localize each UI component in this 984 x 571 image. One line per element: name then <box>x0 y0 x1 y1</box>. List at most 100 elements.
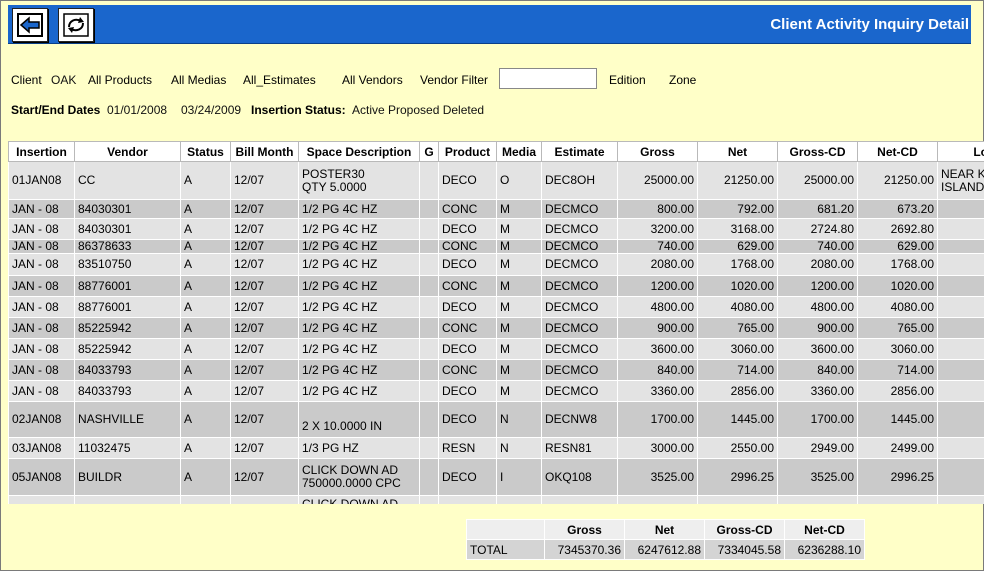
table-cell: 12/07 <box>230 338 299 360</box>
table-cell: DECMCO <box>541 380 618 402</box>
table-cell: DECMCO <box>541 359 618 381</box>
back-arrow-icon <box>17 13 43 37</box>
table-row[interactable]: JAN - 08 86378633 A 12/07 1/2 PG 4C HZ CONC M D… <box>8 239 984 254</box>
table-cell: A <box>180 401 231 438</box>
table-row[interactable]: 01JAN08 CC A 12/07 POSTER30 QTY 5.0000 DECO O D… <box>8 161 984 200</box>
vendors-filter[interactable]: All Vendors <box>342 73 403 87</box>
column-header[interactable]: Bill Month <box>230 141 299 162</box>
table-cell: M <box>496 296 542 318</box>
table-cell: 3000.00 <box>617 437 698 459</box>
table-cell: DECO <box>438 338 497 360</box>
column-header[interactable]: Vendor <box>74 141 181 162</box>
table-cell <box>937 218 984 240</box>
column-header[interactable]: Product <box>438 141 497 162</box>
table-cell: 1/2 PG 4C HZ <box>298 218 420 240</box>
table-cell: DECO <box>438 218 497 240</box>
table-cell: N <box>496 401 542 438</box>
table-cell: 12/07 <box>230 199 299 219</box>
table-cell: M <box>496 218 542 240</box>
table-cell: 3525.00 <box>617 458 698 496</box>
table-cell <box>419 275 439 297</box>
table-cell: 86378633 <box>74 239 181 254</box>
table-cell: 05JAN08 <box>8 458 75 496</box>
table-cell: 3360.00 <box>777 380 858 402</box>
table-cell: 25000.00 <box>617 161 698 200</box>
back-button[interactable] <box>12 8 48 42</box>
column-header[interactable]: Space Description <box>298 141 420 162</box>
table-cell <box>419 458 439 496</box>
table-cell <box>180 495 231 504</box>
table-cell: M <box>496 380 542 402</box>
products-filter[interactable]: All Products <box>88 73 152 87</box>
table-cell <box>419 437 439 459</box>
dates-label: Start/End Dates <box>11 103 101 117</box>
table-cell: O <box>496 161 542 200</box>
client-value: OAK <box>51 73 77 87</box>
table-cell: 3200.00 <box>617 218 698 240</box>
table-cell: CLICK DOWN AD 750000.0000 CPC <box>298 458 420 496</box>
table-cell: A <box>180 437 231 459</box>
table-cell: JAN - 08 <box>8 275 75 297</box>
table-cell: 740.00 <box>777 239 858 254</box>
table-row[interactable]: JAN - 08 83510750 A 12/07 1/2 PG 4C HZ DECO M D… <box>8 253 984 276</box>
edition-label[interactable]: Edition <box>609 73 646 87</box>
column-header[interactable]: G <box>419 141 439 162</box>
column-header[interactable]: Media <box>496 141 542 162</box>
table-row[interactable]: 02JAN08 NASHVILLE A 12/07 2 X 10.0000 IN DEC… <box>8 401 984 438</box>
totals-column-header: Gross <box>544 519 625 540</box>
table-cell: JAN - 08 <box>8 317 75 339</box>
table-cell: 1/2 PG 4C HZ <box>298 253 420 276</box>
refresh-button[interactable] <box>58 8 94 42</box>
table-row[interactable]: JAN - 08 84030301 A 12/07 1/2 PG 4C HZ DECO M D… <box>8 218 984 240</box>
table-cell: 3525.00 <box>777 458 858 496</box>
table-cell: 1700.00 <box>777 401 858 438</box>
insertion-grid[interactable]: Insertion Vendor Status Bill Month Space Des… <box>8 141 984 504</box>
column-header[interactable]: Gross <box>617 141 698 162</box>
table-cell: 12/07 <box>230 218 299 240</box>
column-header[interactable]: Net <box>697 141 778 162</box>
table-row[interactable]: 03JAN08 11032475 A 12/07 1/3 PG HZ RESN N RESN8… <box>8 437 984 459</box>
totals-value: 7334045.58 <box>704 539 785 560</box>
table-row[interactable]: JAN - 08 88776001 A 12/07 1/2 PG 4C HZ DECO M D… <box>8 296 984 318</box>
vendor-filter-label: Vendor Filter <box>420 73 489 87</box>
table-cell: 83510750 <box>74 253 181 276</box>
table-cell: JAN - 08 <box>8 253 75 276</box>
table-cell: 84033793 <box>74 380 181 402</box>
table-cell: 03JAN08 <box>8 437 75 459</box>
column-header[interactable]: Estimate <box>541 141 618 162</box>
vendor-filter-input[interactable] <box>499 68 597 89</box>
estimates-filter[interactable]: All_Estimates <box>243 73 316 87</box>
table-row[interactable]: 05JAN08 BUILDR A 12/07 CLICK DOWN AD 750000.… <box>8 458 984 496</box>
medias-filter[interactable]: All Medias <box>171 73 226 87</box>
table-cell: 2080.00 <box>777 253 858 276</box>
table-cell: DECO <box>438 161 497 200</box>
table-cell: 673.20 <box>857 199 938 219</box>
column-header[interactable]: Gross-CD <box>777 141 858 162</box>
table-row[interactable]: JAN - 08 88776001 A 12/07 1/2 PG 4C HZ CONC M D… <box>8 275 984 297</box>
table-cell <box>419 495 439 504</box>
table-cell: 4080.00 <box>697 296 778 318</box>
table-cell: 1/2 PG 4C HZ <box>298 199 420 219</box>
table-cell <box>937 199 984 219</box>
table-cell: OKQ108 <box>541 458 618 496</box>
column-header[interactable]: Status <box>180 141 231 162</box>
column-header[interactable]: Insertion <box>8 141 75 162</box>
table-cell: 1768.00 <box>697 253 778 276</box>
table-cell: DECMCO <box>541 317 618 339</box>
table-cell: 3360.00 <box>617 380 698 402</box>
table-row[interactable]: JAN - 08 84033793 A 12/07 1/2 PG 4C HZ CONC M D… <box>8 359 984 381</box>
table-cell: JAN - 08 <box>8 380 75 402</box>
zone-label[interactable]: Zone <box>669 73 696 87</box>
table-row[interactable]: JAN - 08 84030301 A 12/07 1/2 PG 4C HZ CONC M D… <box>8 199 984 219</box>
table-row[interactable]: CLICK DOWN AD <box>8 495 984 504</box>
table-cell: 4800.00 <box>777 296 858 318</box>
table-cell: 12/07 <box>230 437 299 459</box>
column-header[interactable]: Net-CD <box>857 141 938 162</box>
table-row[interactable]: JAN - 08 85225942 A 12/07 1/2 PG 4C HZ DECO M D… <box>8 338 984 360</box>
table-cell: 21250.00 <box>857 161 938 200</box>
table-row[interactable]: JAN - 08 85225942 A 12/07 1/2 PG 4C HZ CONC M D… <box>8 317 984 339</box>
table-cell: JAN - 08 <box>8 199 75 219</box>
column-header[interactable]: Loc <box>937 141 984 162</box>
table-cell: 2080.00 <box>617 253 698 276</box>
table-row[interactable]: JAN - 08 84033793 A 12/07 1/2 PG 4C HZ DECO M D… <box>8 380 984 402</box>
